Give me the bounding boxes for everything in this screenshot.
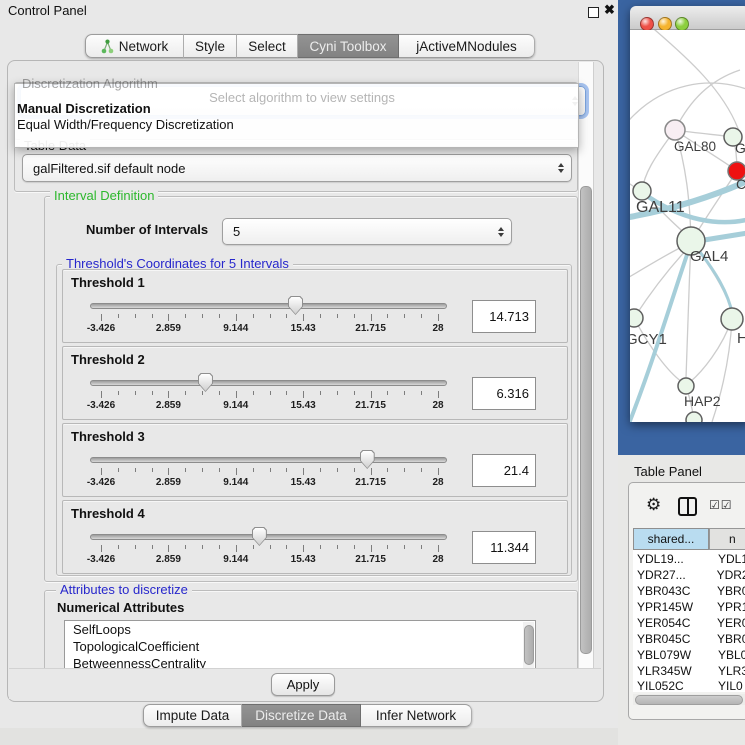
tab-network-label: Network — [119, 39, 169, 54]
threshold-2-value-field[interactable]: 6.316 — [472, 377, 536, 410]
threshold-panel-3: Threshold 3 -3.4262.8599.14415.4321.7152… — [62, 423, 568, 497]
network-graph: GAL80 GAL11 GAL4 GCY1 HAP2 GA C H — [630, 30, 745, 422]
checkbox-icons[interactable]: ☑☑ — [709, 498, 733, 512]
network-window-titlebar[interactable] — [630, 6, 745, 30]
combo-stepper-icon — [558, 163, 564, 173]
panel-scrollbar-thumb[interactable] — [580, 186, 592, 654]
list-item-selfloops[interactable]: SelfLoops — [65, 621, 535, 638]
label-gcy1: GCY1 — [630, 331, 667, 348]
slider-track[interactable] — [90, 534, 447, 540]
slider-thumb[interactable] — [288, 296, 303, 315]
slider-track[interactable] — [90, 380, 447, 386]
application-window: Control Panel ✖ Network Style Select Cyn… — [0, 0, 745, 745]
threshold-1-value-field[interactable]: 14.713 — [472, 300, 536, 333]
apply-button[interactable]: Apply — [271, 673, 335, 696]
threshold-3-value-field[interactable]: 21.4 — [472, 454, 536, 487]
label-gal4: GAL4 — [690, 248, 728, 265]
numerical-attributes-list[interactable]: SelfLoops TopologicalCoefficient Between… — [64, 620, 536, 670]
threshold-panel-2: Threshold 2 -3.4262.8599.14415.4321.7152… — [62, 346, 568, 420]
node-gal80[interactable] — [665, 120, 685, 140]
list-scrollbar-thumb[interactable] — [524, 625, 534, 665]
table-row[interactable]: YBL079WYBL0 — [633, 647, 745, 663]
slider-track[interactable] — [90, 303, 447, 309]
numerical-attributes-label: Numerical Attributes — [57, 600, 184, 615]
float-window-icon[interactable] — [588, 7, 599, 18]
bottom-strip — [0, 728, 618, 745]
combo-stepper-icon — [498, 227, 504, 237]
close-traffic-icon[interactable] — [640, 17, 654, 31]
control-panel-titlebar: Control Panel ✖ — [0, 0, 618, 22]
panel-footer: Apply — [9, 668, 601, 699]
zoom-traffic-icon[interactable] — [675, 17, 689, 31]
popup-item-manual-discretization[interactable]: Manual Discretization — [17, 101, 151, 116]
label-partial-c: C — [736, 176, 745, 192]
control-panel-tabs: Network Style Select Cyni Toolbox jActiv… — [85, 34, 535, 58]
table-hscrollbar-thumb[interactable] — [635, 695, 743, 705]
network-icon — [101, 39, 114, 54]
label-gal80: GAL80 — [674, 139, 716, 154]
panel-scrollbar[interactable] — [578, 62, 594, 698]
node-gal11[interactable] — [633, 182, 651, 200]
table-row[interactable]: YBR043CYBR0 — [633, 583, 745, 599]
label-partial-h: H — [737, 330, 745, 347]
num-intervals-value: 5 — [223, 224, 240, 239]
minimize-traffic-icon[interactable] — [658, 17, 672, 31]
table-row[interactable]: YLR345WYLR3 — [633, 663, 745, 679]
list-item-topologicalcoefficient[interactable]: TopologicalCoefficient — [65, 638, 535, 655]
interval-definition-title: Interval Definition — [50, 189, 158, 203]
table-row[interactable]: YPR145WYPR1 — [633, 599, 745, 615]
network-window: GAL80 GAL11 GAL4 GCY1 HAP2 GA C H — [630, 6, 745, 422]
table-row[interactable]: YDR27...YDR2 — [633, 567, 745, 583]
table-data-combo[interactable]: galFiltered.sif default node — [22, 154, 572, 182]
label-partial-g: GA — [735, 140, 745, 156]
table-row[interactable]: YER054CYER0 — [633, 615, 745, 631]
node-bottom[interactable] — [686, 412, 702, 422]
network-canvas[interactable]: GAL80 GAL11 GAL4 GCY1 HAP2 GA C H — [630, 30, 745, 422]
tab-impute-data[interactable]: Impute Data — [143, 704, 242, 727]
slider-thumb[interactable] — [198, 373, 213, 392]
node-right[interactable] — [721, 308, 743, 330]
close-icon[interactable]: ✖ — [604, 2, 615, 18]
columns-icon[interactable] — [678, 497, 697, 516]
table-hscrollbar[interactable] — [633, 694, 745, 705]
algorithm-group-title: Discretization Algorithm — [22, 76, 158, 91]
slider-track[interactable] — [90, 457, 447, 463]
slider-thumb[interactable] — [360, 450, 375, 469]
tab-cyni-toolbox[interactable]: Cyni Toolbox — [298, 34, 399, 58]
node-gcy1[interactable] — [630, 309, 643, 327]
tab-network[interactable]: Network — [85, 34, 184, 58]
popup-item-equal-width[interactable]: Equal Width/Frequency Discretization — [17, 117, 234, 132]
node-hap2[interactable] — [678, 378, 694, 394]
table-data-combo-value: galFiltered.sif default node — [23, 161, 185, 176]
num-intervals-label: Number of Intervals — [86, 222, 208, 237]
threshold-4-value-field[interactable]: 11.344 — [472, 531, 536, 564]
column-header-shared[interactable]: shared... — [633, 528, 709, 550]
tab-style[interactable]: Style — [184, 34, 237, 58]
table-row[interactable]: YBR045CYBR0 — [633, 631, 745, 647]
label-gal11: GAL11 — [636, 199, 685, 216]
gear-icon[interactable]: ⚙ — [646, 495, 661, 515]
threshold-panel-4: Threshold 4 -3.4262.8599.14415.4321.7152… — [62, 500, 568, 574]
list-scrollbar[interactable] — [523, 622, 534, 668]
num-intervals-combo[interactable]: 5 — [222, 218, 512, 245]
label-hap2: HAP2 — [684, 393, 721, 409]
column-header-name[interactable]: n — [709, 528, 745, 550]
threshold-panel-1: Threshold 1 -3.4262.8599.14415.4321.7152… — [62, 269, 568, 343]
tab-infer-network[interactable]: Infer Network — [361, 704, 472, 727]
tab-jactivemnodules[interactable]: jActiveMNodules — [399, 34, 535, 58]
slider-thumb[interactable] — [252, 527, 267, 546]
attributes-group-title: Attributes to discretize — [56, 583, 192, 597]
cyni-bottom-tabs: Impute Data Discretize Data Infer Networ… — [143, 704, 472, 727]
table-panel-title: Table Panel — [634, 464, 702, 479]
panel-title: Control Panel — [8, 3, 87, 18]
tab-discretize-data[interactable]: Discretize Data — [242, 704, 361, 727]
table-row[interactable]: YDL19...YDL1 — [633, 551, 745, 567]
tab-select[interactable]: Select — [237, 34, 298, 58]
table-row[interactable]: YIL052CYIL0 — [633, 679, 745, 692]
